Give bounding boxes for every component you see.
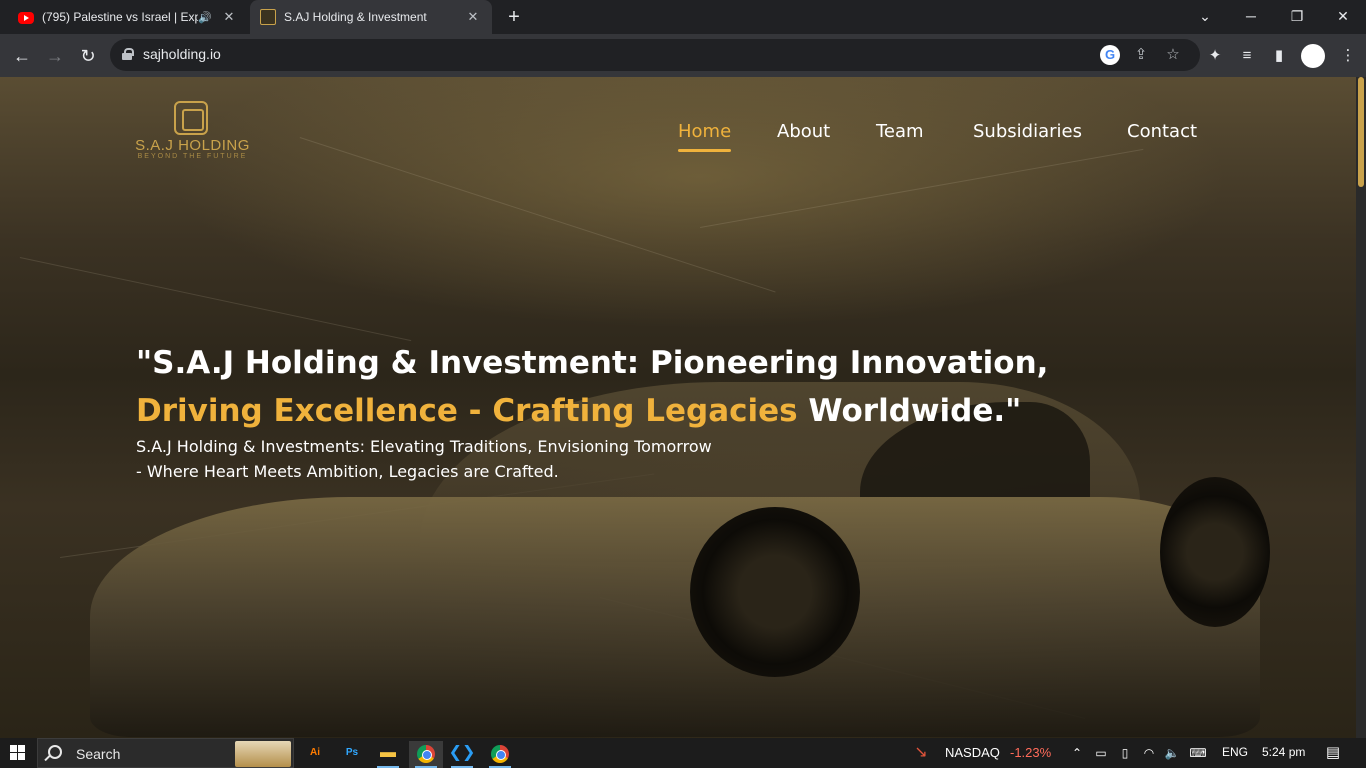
page-scrollbar[interactable] xyxy=(1356,77,1366,738)
side-panel-icon[interactable]: ▮ xyxy=(1267,44,1291,68)
lock-icon[interactable] xyxy=(122,48,134,60)
forward-button[interactable]: → xyxy=(41,42,69,70)
hero-line-2-rest: Worldwide." xyxy=(797,393,1022,429)
tab-title: (795) Palestine vs Israel | Exp xyxy=(42,10,199,24)
google-lens-icon[interactable]: G xyxy=(1100,45,1120,65)
language-indicator[interactable]: ENG xyxy=(1222,745,1248,759)
search-highlight-image xyxy=(235,741,291,767)
share-icon[interactable]: ⇪ xyxy=(1131,45,1151,65)
hero-headline: "S.A.J Holding & Investment: Pioneering … xyxy=(136,339,1136,435)
tab-title: S.AJ Holding & Investment xyxy=(284,10,427,24)
hero-gold-phrase-2: Crafting Legacies xyxy=(492,393,798,429)
saj-logo-icon xyxy=(174,101,208,135)
close-tab-icon[interactable]: ✕ xyxy=(220,9,238,25)
windows-start-icon[interactable] xyxy=(10,745,26,761)
browser-tab-strip: (795) Palestine vs Israel | Exp 🔊 ✕ S.AJ… xyxy=(0,0,1366,34)
meet-icon[interactable]: ▯ xyxy=(1116,744,1134,762)
network-line xyxy=(19,257,412,342)
network-line xyxy=(700,148,1144,228)
address-bar[interactable]: sajholding.io G ⇪ ☆ xyxy=(110,39,1200,71)
hero-gold-phrase-1: Driving Excellence xyxy=(136,393,458,429)
chrome-logo xyxy=(417,745,435,763)
car-wheel xyxy=(1160,477,1270,627)
illustrator-icon[interactable]: Ai xyxy=(298,741,332,768)
restore-button[interactable]: ❐ xyxy=(1274,0,1320,34)
keyboard-icon[interactable]: ⌨ xyxy=(1189,744,1207,762)
car-wheel xyxy=(690,507,860,677)
speaker-icon[interactable]: 🔊 xyxy=(198,11,212,24)
url-text[interactable]: sajholding.io xyxy=(143,46,221,62)
profile-avatar[interactable] xyxy=(1301,44,1325,68)
chrome-logo xyxy=(491,745,509,763)
ticker-name[interactable]: NASDAQ xyxy=(945,745,1000,760)
search-icon xyxy=(48,745,62,759)
car-body xyxy=(90,497,1260,737)
menu-kebab-icon[interactable]: ⋮ xyxy=(1336,44,1360,68)
network-line xyxy=(299,137,776,293)
hero-subtitle-2: - Where Heart Meets Ambition, Legacies a… xyxy=(136,462,559,481)
windows-taskbar: Search Ai Ps ▬ ❮❯ ↘ NASDAQ -1.23% ⌃ ▭ ▯ … xyxy=(0,738,1366,768)
back-button[interactable]: ← xyxy=(8,42,36,70)
close-window-button[interactable]: ✕ xyxy=(1320,0,1366,34)
clock[interactable]: 5:24 pm xyxy=(1262,745,1305,759)
search-placeholder: Search xyxy=(76,746,121,762)
tab-search-button[interactable]: ⌄ xyxy=(1182,0,1228,34)
vscode-icon[interactable]: ❮❯ xyxy=(445,741,479,768)
minimize-button[interactable]: ─ xyxy=(1228,0,1274,34)
saj-logo-icon xyxy=(260,9,276,25)
nav-team[interactable]: Team xyxy=(876,121,924,142)
hero-line-1: "S.A.J Holding & Investment: Pioneering … xyxy=(136,345,1049,381)
close-tab-icon[interactable]: ✕ xyxy=(464,9,482,25)
ticker-change[interactable]: -1.23% xyxy=(1010,745,1051,760)
hero-subtitle-1: S.A.J Holding & Investments: Elevating T… xyxy=(136,437,712,456)
nav-subsidiaries[interactable]: Subsidiaries xyxy=(973,121,1082,142)
hero-line-2: Driving Excellence - Crafting Legacies W… xyxy=(136,387,1136,435)
nav-home[interactable]: Home xyxy=(678,121,732,152)
youtube-icon xyxy=(18,12,34,24)
media-control-icon[interactable]: ≡ xyxy=(1235,44,1259,68)
scrollbar-thumb[interactable] xyxy=(1358,77,1364,187)
tab-youtube[interactable]: (795) Palestine vs Israel | Exp 🔊 ✕ xyxy=(8,0,248,34)
stock-chart-icon[interactable]: ↘ xyxy=(912,744,930,762)
chrome-icon[interactable] xyxy=(483,741,517,768)
logo-tagline: BEYOND THE FUTURE xyxy=(137,153,248,160)
new-tab-button[interactable]: + xyxy=(502,5,526,29)
wifi-icon[interactable]: ◠ xyxy=(1140,744,1158,762)
tab-saj-holding[interactable]: S.AJ Holding & Investment ✕ xyxy=(250,0,492,34)
taskbar-search[interactable]: Search xyxy=(37,738,294,768)
notifications-icon[interactable]: ▤ xyxy=(1324,744,1342,762)
nav-contact[interactable]: Contact xyxy=(1127,121,1197,142)
file-explorer-icon[interactable]: ▬ xyxy=(371,741,405,768)
nav-about[interactable]: About xyxy=(777,121,830,142)
site-logo[interactable]: S.A.J HOLDING BEYOND THE FUTURE xyxy=(135,99,250,161)
battery-icon[interactable]: ▭ xyxy=(1092,744,1110,762)
logo-name: S.A.J HOLDING xyxy=(135,137,250,154)
bookmark-star-icon[interactable]: ☆ xyxy=(1163,45,1183,65)
extensions-icon[interactable]: ✦ xyxy=(1203,44,1227,68)
website-hero: S.A.J HOLDING BEYOND THE FUTURE Home Abo… xyxy=(0,77,1356,738)
browser-toolbar: ← → ↻ sajholding.io G ⇪ ☆ ✦ ≡ ▮ ⋮ xyxy=(0,34,1366,77)
photoshop-icon[interactable]: Ps xyxy=(335,741,369,768)
volume-icon[interactable]: 🔈 xyxy=(1163,744,1181,762)
hero-separator: - xyxy=(457,393,493,429)
chrome-icon[interactable] xyxy=(409,741,443,768)
reload-button[interactable]: ↻ xyxy=(74,42,102,70)
chevron-up-icon[interactable]: ⌃ xyxy=(1068,744,1086,762)
